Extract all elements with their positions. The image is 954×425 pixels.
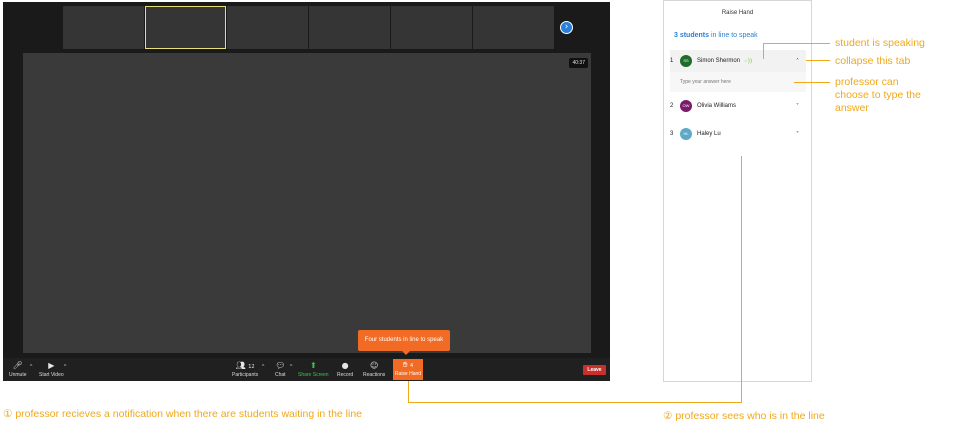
queue-item-expanded[interactable]: 1 SS Simon Shermon ◦)) ˄ [670, 50, 806, 72]
reactions-icon: ☺︎ [369, 361, 379, 370]
start-video-button[interactable]: ▶︎ Start Video [39, 360, 64, 378]
participant-thumbnail-active[interactable] [145, 6, 226, 49]
queue-item[interactable]: 2 OW Olivia Williams ˅ [670, 95, 806, 117]
avatar: SS [680, 55, 692, 67]
queue-count-number: 3 students [674, 32, 710, 39]
chat-icon: 💬︎ [275, 361, 286, 370]
annotation-line [408, 381, 409, 403]
chevron-up-icon[interactable]: ^ [30, 364, 32, 370]
chevron-up-icon[interactable]: ^ [64, 364, 66, 370]
annotation-line-1: professor can [835, 76, 899, 88]
chat-label: Chat [275, 372, 286, 378]
participants-button[interactable]: 👥︎ 12 Participants [232, 360, 258, 378]
annotation-line [763, 43, 764, 59]
queue-position: 2 [670, 103, 674, 109]
student-name: Haley Lu [697, 131, 721, 137]
raise-hand-panel: Raise Hand 3 students in line to speak 1… [663, 0, 812, 382]
annotation-line [741, 156, 742, 403]
speaking-icon: ◦)) [744, 57, 753, 65]
chevron-up-icon[interactable]: ^ [262, 364, 264, 370]
reactions-label: Reactions [363, 372, 386, 378]
chevron-down-icon[interactable]: ˅ [796, 103, 799, 110]
queue-count-label: in line to speak [709, 32, 758, 39]
annotation-line-3: answer [835, 102, 869, 114]
chat-button[interactable]: 💬︎ Chat [275, 360, 286, 378]
video-off-icon: ▶︎ [48, 361, 55, 370]
reactions-button[interactable]: ☺︎ Reactions [363, 360, 385, 378]
leave-button[interactable]: Leave [583, 365, 606, 375]
share-screen-label: Share Screen [298, 372, 329, 378]
avatar: OW [680, 100, 692, 112]
panel-title: Raise Hand [721, 10, 754, 16]
participants-label: Participants [232, 372, 259, 378]
annotation-notification: ① professor recieves a notification when… [3, 408, 363, 420]
start-video-label: Start Video [39, 372, 64, 378]
participant-thumbnail[interactable] [309, 6, 390, 49]
queue-item[interactable]: 3 HL Haley Lu ˅ [670, 123, 806, 145]
microphone-muted-icon: 🎤︎ [12, 361, 23, 370]
participants-icon: 👥︎ 12 [235, 361, 255, 370]
queue-count: 3 students in line to speak [674, 32, 811, 39]
main-video: 40:37 [23, 53, 591, 353]
raise-hand-button[interactable]: ✋︎ 4 Raise Hand [393, 359, 423, 380]
participant-thumbnail[interactable] [227, 6, 308, 49]
annotation-line-2: choose to type the [835, 89, 921, 101]
annotation-line [806, 60, 830, 61]
queue-position: 1 [670, 58, 674, 64]
record-button[interactable]: ●︎ Record [337, 360, 353, 378]
annotation-type-answer: professor can choose to type the answer [835, 76, 921, 115]
share-screen-icon: ⬆︎ [309, 361, 317, 370]
unmute-button[interactable]: 🎤︎ Unmute [9, 360, 27, 378]
meeting-window: › 40:37 🎤︎ Unmute ^ ▶︎ Start Video ^ 👥︎ … [3, 2, 610, 381]
chevron-right-icon[interactable]: › [560, 21, 573, 34]
annotation-line [763, 43, 830, 44]
meeting-timer: 40:37 [569, 58, 588, 68]
annotation-line [794, 82, 830, 83]
share-screen-button[interactable]: ⬆︎ Share Screen [298, 360, 329, 378]
record-icon: ●︎ [341, 361, 349, 370]
raise-hand-icon: ✋︎ 4 [402, 360, 414, 369]
chevron-down-icon[interactable]: ˅ [796, 131, 799, 138]
chevron-up-icon[interactable]: ˄ [796, 58, 799, 65]
annotation-line [408, 402, 742, 403]
meeting-toolbar: 🎤︎ Unmute ^ ▶︎ Start Video ^ 👥︎ 12 Parti… [3, 358, 610, 381]
annotation-speaking: student is speaking [835, 37, 925, 49]
annotation-collapse: collapse this tab [835, 55, 911, 67]
answer-input[interactable] [670, 72, 806, 92]
avatar: HL [680, 128, 692, 140]
raise-hand-count: 4 [409, 363, 414, 369]
record-label: Record [337, 372, 354, 378]
thumbnail-strip [63, 6, 554, 49]
participants-count: 12 [248, 364, 255, 370]
raise-hand-label: Raise Hand [394, 371, 422, 377]
unmute-label: Unmute [9, 372, 27, 378]
annotation-sees-line: ② professor sees who is in the line [663, 410, 825, 422]
participant-thumbnail[interactable] [473, 6, 554, 49]
student-name: Olivia Williams [697, 103, 736, 109]
queue-position: 3 [670, 131, 674, 137]
raise-hand-notification: Four students in line to speak [358, 330, 450, 355]
participant-thumbnail[interactable] [391, 6, 472, 49]
chevron-up-icon[interactable]: ^ [290, 364, 292, 370]
student-name: Simon Shermon [697, 58, 741, 64]
participant-thumbnail[interactable] [63, 6, 144, 49]
